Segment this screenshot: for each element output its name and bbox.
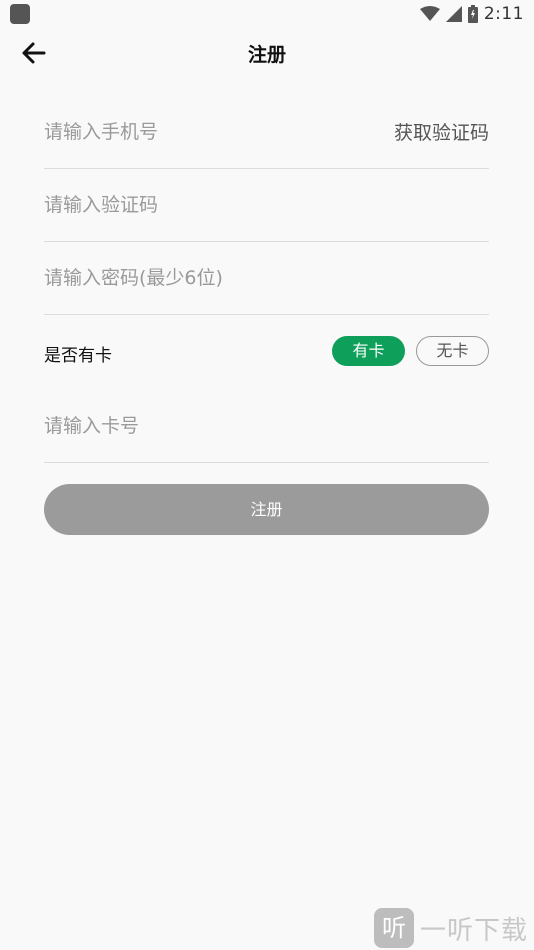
page-title: 注册 (247, 44, 286, 66)
watermark: 听 一听下载 (374, 908, 528, 948)
watermark-logo: 听 (374, 908, 414, 948)
has-card-label: 是否有卡 (44, 346, 112, 366)
register-button[interactable]: 注册 (44, 484, 489, 535)
app-bar: 注册 (0, 28, 534, 78)
signal-icon (445, 6, 462, 22)
card-number-input[interactable] (44, 410, 364, 442)
battery-icon (467, 5, 478, 23)
has-card-yes-chip[interactable]: 有卡 (332, 336, 405, 366)
wifi-icon (419, 6, 440, 21)
status-icons: 2:11 (419, 0, 524, 28)
phone-input[interactable] (44, 116, 364, 148)
password-input[interactable] (44, 262, 364, 294)
watermark-text: 一听下载 (420, 915, 529, 946)
get-code-button[interactable]: 获取验证码 (394, 118, 489, 145)
status-time: 2:11 (483, 4, 524, 24)
has-card-row: 是否有卡 有卡 无卡 (44, 330, 489, 374)
password-field-row (44, 242, 489, 315)
code-field-row (44, 169, 489, 242)
app-notification-icon (10, 4, 30, 24)
card-number-field-row (44, 390, 489, 463)
code-input[interactable] (44, 189, 364, 221)
status-bar: 2:11 (0, 0, 534, 28)
phone-field-row: 获取验证码 (44, 96, 489, 169)
has-card-no-chip[interactable]: 无卡 (416, 336, 489, 366)
